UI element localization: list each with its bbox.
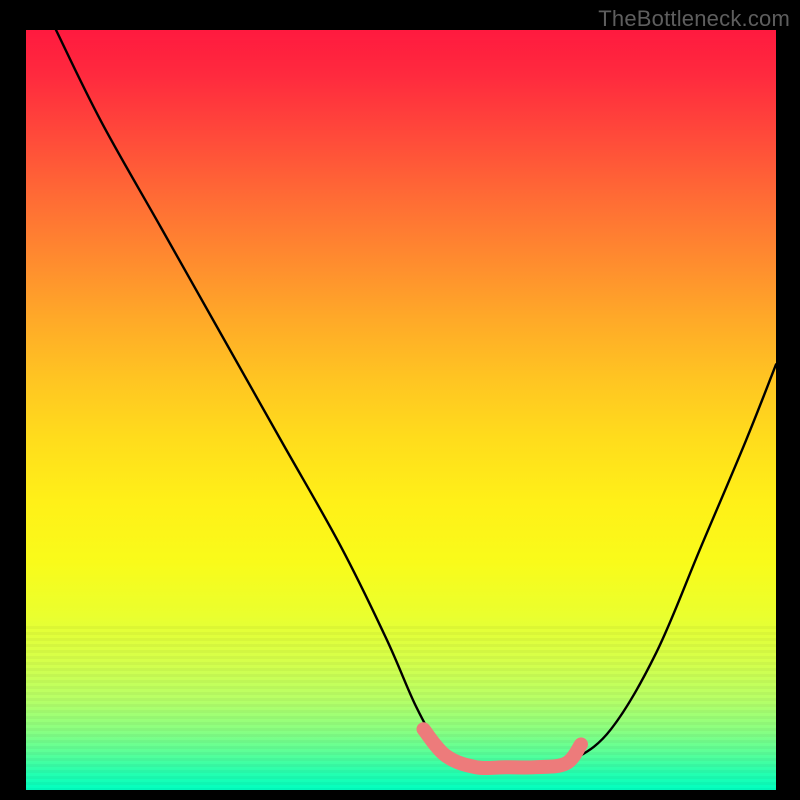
chart-container: TheBottleneck.com [0, 0, 800, 800]
main-curve-path [56, 30, 776, 768]
plot-area [26, 30, 776, 790]
curve-svg [26, 30, 776, 790]
watermark-text: TheBottleneck.com [598, 6, 790, 32]
highlight-band-path [424, 729, 582, 768]
